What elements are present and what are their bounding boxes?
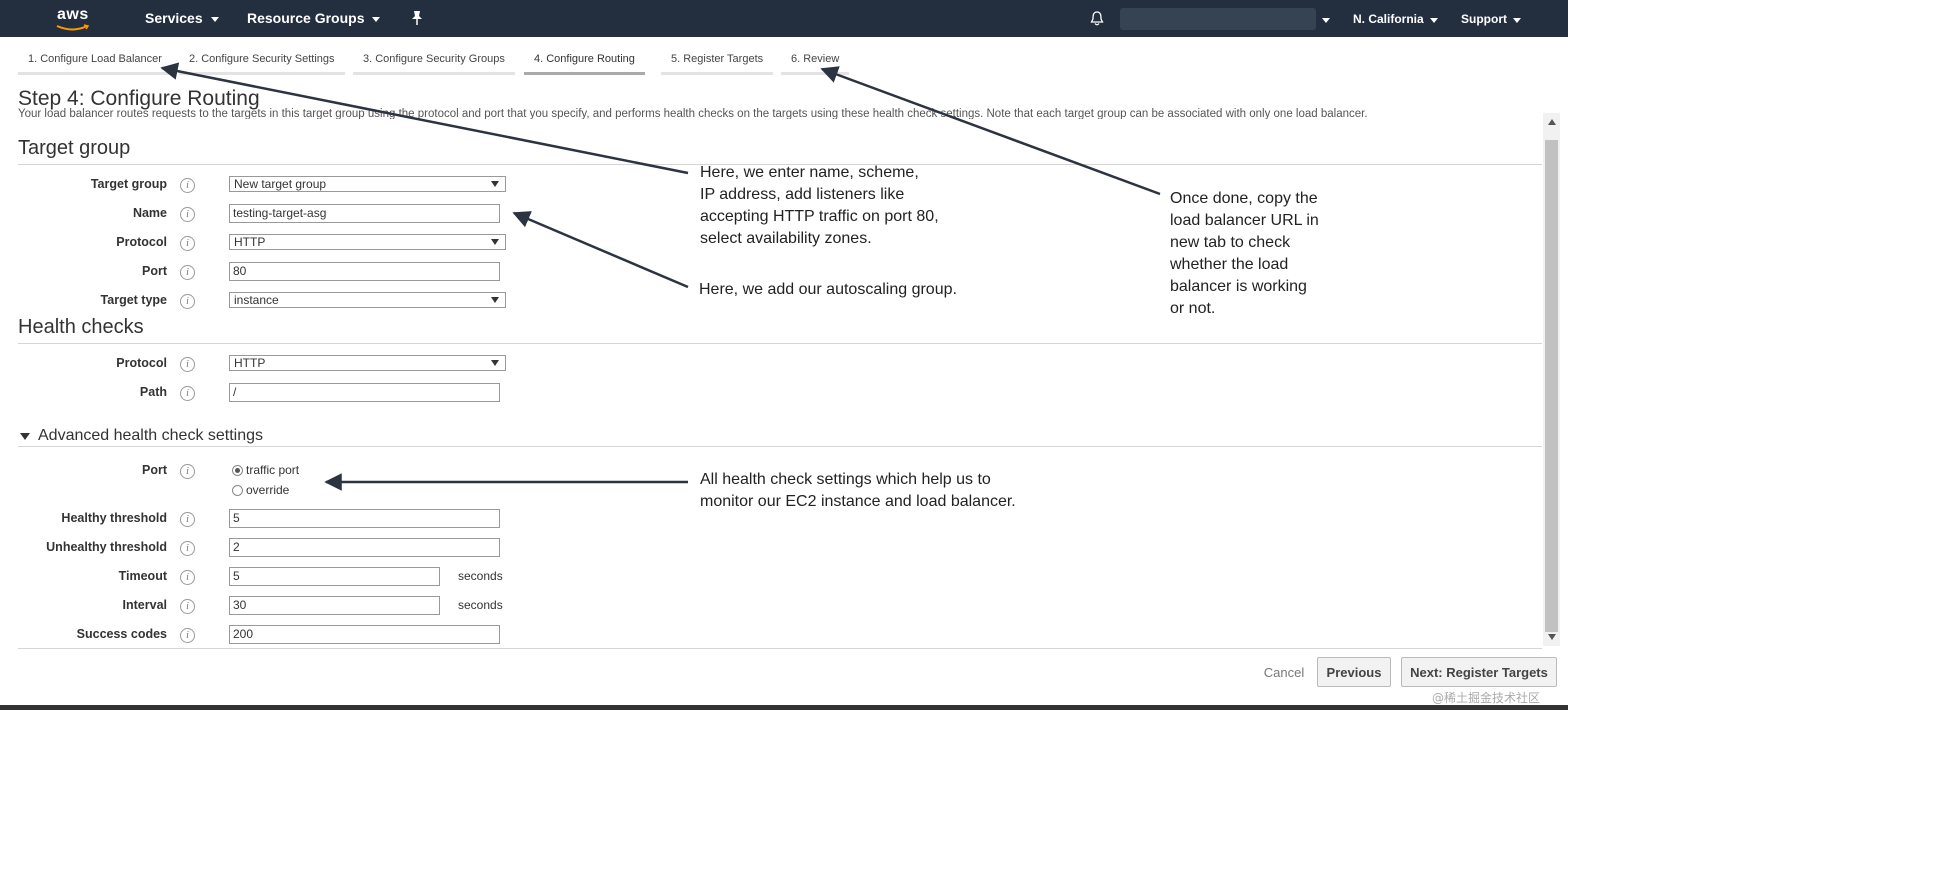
note3-line: load balancer URL in: [1170, 212, 1319, 229]
note3-line: new tab to check: [1170, 234, 1291, 251]
note1-line: IP address, add listeners like: [700, 186, 905, 203]
note4-line: All health check settings which help us …: [700, 471, 991, 488]
arrow-to-name-input: [512, 211, 689, 289]
arrow-to-tab-1: [160, 62, 689, 175]
note3-line: Once done, copy the: [1170, 190, 1318, 207]
annotation-note-4: All health check settings which help us …: [700, 469, 1016, 513]
note3-line: balancer is working: [1170, 278, 1307, 295]
note1-line: Here, we enter name, scheme,: [700, 164, 919, 181]
annotation-note-1: Here, we enter name, scheme, IP address,…: [700, 162, 939, 250]
annotation-note-2: Here, we add our autoscaling group.: [699, 281, 957, 298]
note4-line: monitor our EC2 instance and load balanc…: [700, 493, 1016, 510]
note3-line: or not.: [1170, 300, 1216, 317]
note1-line: select availability zones.: [700, 230, 872, 247]
annotation-arrows: [160, 62, 1161, 491]
annotation-note-3: Once done, copy the load balancer URL in…: [1170, 188, 1319, 320]
note3-line: whether the load: [1170, 256, 1289, 273]
note1-line: accepting HTTP traffic on port 80,: [700, 208, 939, 225]
